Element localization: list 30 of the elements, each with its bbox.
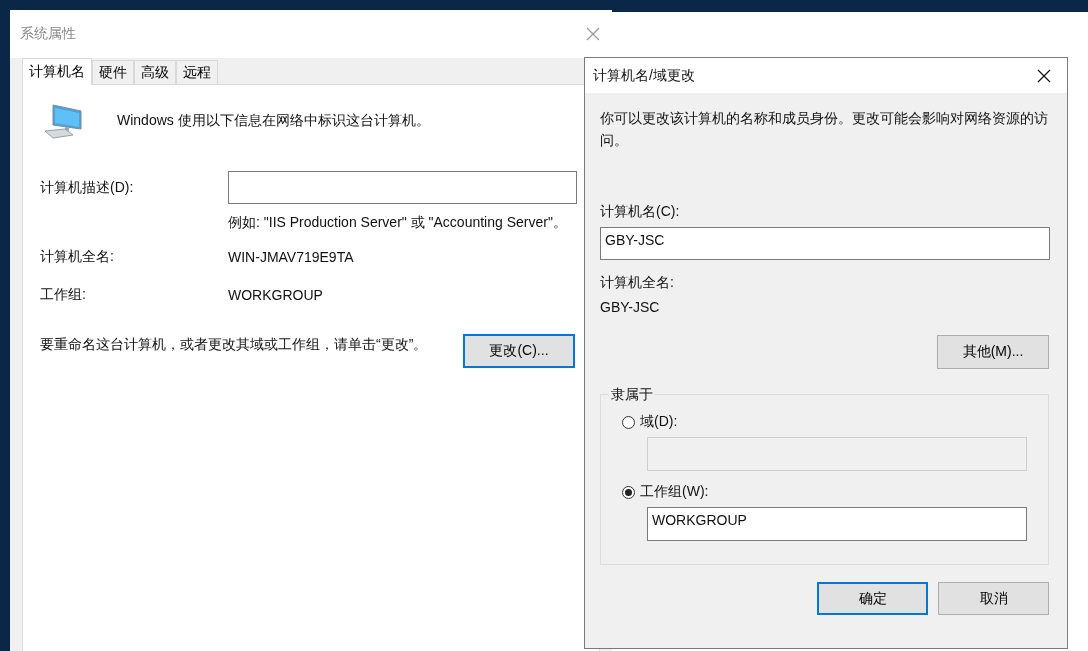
field-label: 工作组: — [40, 286, 87, 304]
rename-instructions: 要重命名这台计算机，或者更改其域或工作组，请单击“更改”。 — [40, 335, 429, 354]
dialog-button[interactable]: 取消 — [938, 582, 1049, 615]
close-icon[interactable] — [1037, 68, 1051, 83]
change-button[interactable]: 更改(C)... — [463, 334, 575, 368]
field-label: 计算机描述(D): — [40, 178, 135, 197]
dialog-title: 计算机名/域更改 — [593, 66, 695, 85]
tab[interactable]: 硬件 — [92, 60, 134, 84]
group-legend: 隶属于 — [609, 386, 655, 404]
workgroup-value: WORKGROUP — [228, 287, 324, 303]
field-label: 计算机全名: — [600, 274, 675, 292]
dialog-button[interactable]: 确定 — [817, 582, 928, 615]
window-title: 系统属性 — [20, 25, 76, 43]
field-label: 计算机名(C): — [600, 203, 681, 221]
tab[interactable]: 计算机名 — [22, 58, 92, 85]
full-name-value: WIN-JMAV719E9TA — [228, 249, 355, 265]
input-field[interactable]: WORKGROUP — [647, 507, 1027, 541]
input-field[interactable] — [647, 437, 1027, 471]
dialog-message: 你可以更改该计算机的名称和成员身份。更改可能会影响对网络资源的访问。 — [600, 109, 1049, 150]
description-field[interactable] — [228, 171, 577, 204]
radio-option[interactable]: 域(D): — [622, 413, 1027, 431]
radio-option[interactable]: 工作组(W): — [622, 483, 1027, 501]
tab[interactable]: 远程 — [176, 60, 218, 84]
full-name-value: GBY-JSC — [600, 299, 661, 315]
more-button[interactable]: 其他(M)... — [937, 335, 1049, 369]
tab[interactable]: 高级 — [134, 60, 176, 84]
computer-name-field[interactable]: GBY-JSC — [600, 227, 1050, 260]
example-text: 例如: "IIS Production Server" 或 "Accounting Server"。 — [228, 213, 568, 232]
field-label: 计算机全名: — [40, 248, 115, 266]
intro-text: Windows 使用以下信息在网络中标识这台计算机。 — [117, 112, 430, 130]
